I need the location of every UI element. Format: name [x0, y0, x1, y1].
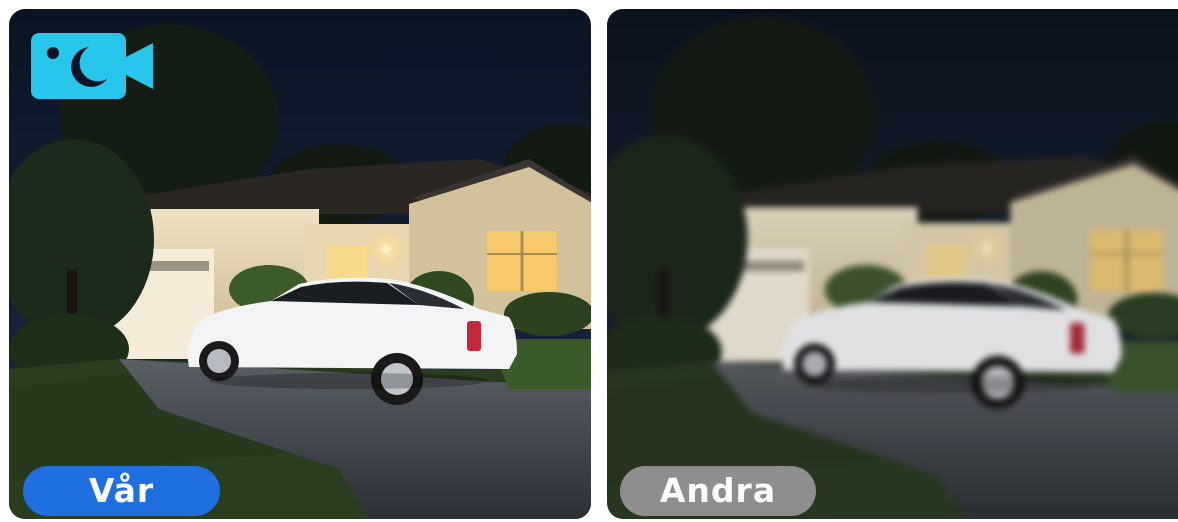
other-product-label: Andra [620, 466, 816, 516]
night-scene-blurry-image [607, 9, 1178, 519]
our-product-label: Vår [23, 466, 220, 516]
night-vision-camera-icon [31, 33, 153, 99]
other-camera-panel: Andra [607, 9, 1178, 519]
our-camera-panel: Vår [9, 9, 591, 519]
